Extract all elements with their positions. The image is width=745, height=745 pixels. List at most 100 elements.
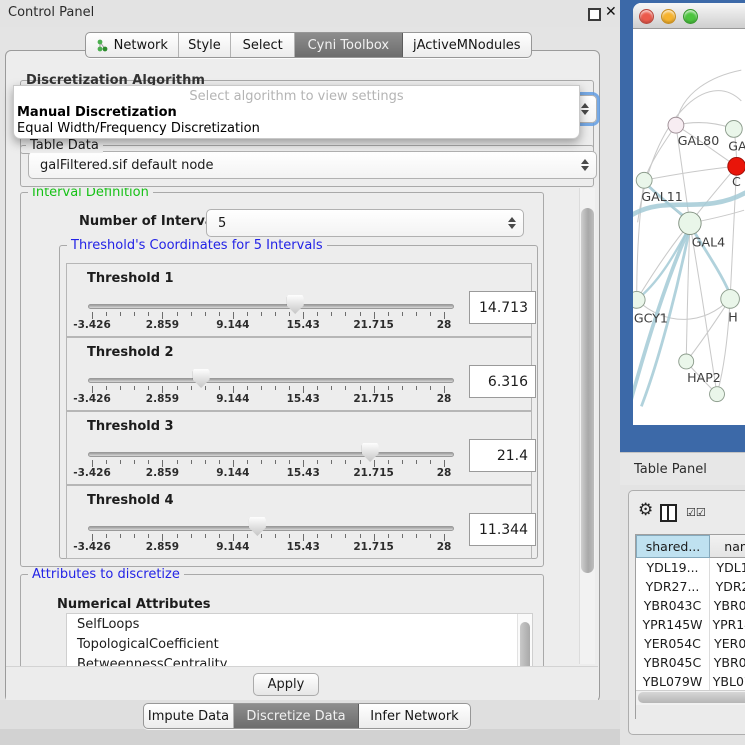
tab-style[interactable]: Style <box>179 33 232 57</box>
table-row[interactable]: YBL079WYBL079W <box>636 672 745 690</box>
attribute-list-item[interactable]: TopologicalCoefficient <box>67 634 532 654</box>
table-row[interactable]: YDR27...YDR27... <box>636 577 745 596</box>
tab-jactivemnodules[interactable]: jActiveMNodules <box>403 33 531 57</box>
slider-tick <box>106 312 107 316</box>
slider-tick <box>120 386 121 390</box>
network-view-window[interactable]: GAL80GACGAL11GAL4GCY1HHAP2 <box>633 3 745 425</box>
float-window-icon[interactable] <box>588 8 601 21</box>
network-node-c[interactable] <box>728 157 745 175</box>
column-header-name[interactable]: name <box>710 535 745 558</box>
table-row[interactable]: YER054CYER054C <box>636 634 745 653</box>
slider-tick <box>233 534 234 541</box>
table-row[interactable]: YBR043CYBR043C <box>636 596 745 615</box>
network-window-titlebar[interactable] <box>633 3 745 29</box>
threshold-value-field[interactable]: 6.316 <box>469 365 536 398</box>
slider-track[interactable] <box>88 526 454 531</box>
close-light[interactable] <box>639 9 654 24</box>
slider-tick <box>191 386 192 390</box>
slider-track[interactable] <box>88 378 454 383</box>
popup-item-equal-width-frequency[interactable]: Equal Width/Frequency Discretization <box>17 121 260 136</box>
slider-tick-label: 15.43 <box>287 541 320 553</box>
tab-label: jActiveMNodules <box>413 38 521 53</box>
attributes-list-scrollbar[interactable] <box>517 614 532 666</box>
table-cell: YDR27... <box>636 577 710 596</box>
network-edge[interactable] <box>686 299 730 362</box>
threshold-value-field[interactable]: 21.4 <box>469 439 536 472</box>
network-edge[interactable] <box>644 166 736 180</box>
network-node-gal11[interactable] <box>636 172 652 188</box>
slider-tick <box>134 460 135 464</box>
table-row[interactable]: YDL19...YDL19... <box>636 558 745 577</box>
attribute-list-item[interactable]: BetweennessCentrality <box>67 654 532 666</box>
split-columns-icon[interactable] <box>660 504 677 522</box>
slider-handle[interactable] <box>249 517 266 536</box>
table-row[interactable]: YPR145WYPR145W <box>636 615 745 634</box>
table-data-combobox[interactable]: galFiltered.sif default node <box>28 151 597 179</box>
slider-tick-label: 2.859 <box>146 393 179 405</box>
screen: Control Panel ✕ NetworkStyleSelectCyni T… <box>0 0 745 745</box>
table-row[interactable]: YBR045CYBR045C <box>636 653 745 672</box>
attributes-scroll-thumb[interactable] <box>520 622 530 666</box>
table-data-selected: galFiltered.sif default node <box>40 158 214 173</box>
zoom-light[interactable] <box>683 9 698 24</box>
network-window-frame[interactable]: GAL80GACGAL11GAL4GCY1HHAP2 <box>620 0 745 452</box>
network-edge[interactable] <box>676 70 741 125</box>
settings-scroll-thumb[interactable] <box>581 208 594 573</box>
network-node-gcy1[interactable] <box>633 291 645 308</box>
tab-infer-network[interactable]: Infer Network <box>359 704 470 728</box>
numerical-attributes-list[interactable]: SelfLoopsTopologicalCoefficientBetweenne… <box>66 613 533 666</box>
settings-scrollbar[interactable] <box>579 188 595 664</box>
network-node-h[interactable] <box>721 290 740 309</box>
slider-tick-label: -3.426 <box>73 467 111 479</box>
slider-tick <box>233 312 234 319</box>
threshold-value-field[interactable]: 14.713 <box>469 291 536 324</box>
tab-label: Style <box>188 38 221 53</box>
slider-handle[interactable] <box>362 443 379 462</box>
slider-tick <box>360 312 361 316</box>
slider-tick <box>261 460 262 464</box>
slider-tick <box>177 386 178 390</box>
network-node-label: GA <box>728 138 745 153</box>
close-icon[interactable]: ✕ <box>605 4 617 20</box>
minimize-light[interactable] <box>661 9 676 24</box>
interval-definition-group: Interval Definition Number of Intervals … <box>20 192 544 567</box>
slider-tick <box>444 312 445 319</box>
threshold-value-field[interactable]: 11.344 <box>469 513 536 546</box>
tab-network[interactable]: Network <box>86 33 179 57</box>
network-node-hap2[interactable] <box>679 354 694 369</box>
num-intervals-spinner[interactable]: 5 <box>206 209 524 237</box>
attribute-list-item[interactable]: SelfLoops <box>67 614 532 634</box>
slider-tick <box>148 460 149 464</box>
slider-tick <box>416 460 417 464</box>
network-node[interactable] <box>710 387 725 402</box>
slider-tick-label: 21.715 <box>353 467 394 479</box>
table-hscroll-thumb[interactable] <box>638 692 745 703</box>
slider-track[interactable] <box>88 452 454 457</box>
slider-tick-label: 15.43 <box>287 393 320 405</box>
network-edge[interactable] <box>637 230 688 300</box>
slider-tick <box>444 534 445 541</box>
slider-handle[interactable] <box>193 369 210 388</box>
popup-item-manual-discretization[interactable]: Manual Discretization <box>17 105 177 120</box>
tab-select[interactable]: Select <box>231 33 295 57</box>
slider-tick-label: 2.859 <box>146 541 179 553</box>
column-header-shared[interactable]: shared... <box>636 535 710 558</box>
slider-tick-label: -3.426 <box>73 319 111 331</box>
table-horizontal-scrollbar[interactable] <box>636 690 745 705</box>
network-node-gal4[interactable] <box>679 212 701 234</box>
network-canvas[interactable]: GAL80GACGAL11GAL4GCY1HHAP2 <box>633 29 745 425</box>
table-cell: YER054C <box>710 634 745 653</box>
select-columns-checkboxes-icon[interactable]: ☑☑ <box>686 506 706 519</box>
slider-tick <box>345 460 346 464</box>
tab-impute-data[interactable]: Impute Data <box>144 704 234 728</box>
network-node-gal80[interactable] <box>668 117 684 133</box>
slider-tick <box>219 312 220 316</box>
network-node-ga[interactable] <box>725 121 742 138</box>
slider-track[interactable] <box>88 304 454 309</box>
network-node-label: H <box>728 309 737 324</box>
tab-cyni-toolbox[interactable]: Cyni Toolbox <box>295 33 403 57</box>
gear-icon[interactable]: ⚙ <box>638 502 653 519</box>
apply-button[interactable]: Apply <box>253 673 319 696</box>
tab-discretize-data[interactable]: Discretize Data <box>234 704 359 728</box>
table-panel-titlebar: Table Panel <box>620 452 745 486</box>
